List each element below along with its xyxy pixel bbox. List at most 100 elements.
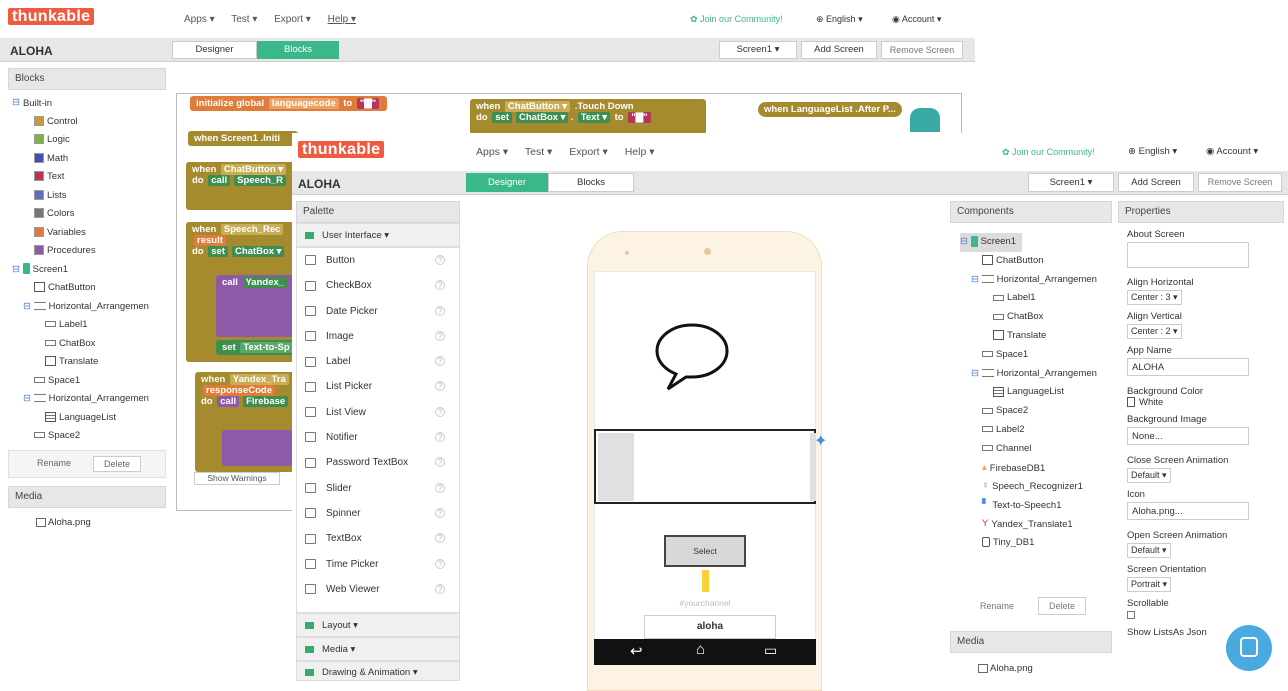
collapse-icon[interactable]: ⊟ [971,368,982,379]
front-community-link[interactable]: ✿ Join our Community! [1002,147,1095,158]
help-icon[interactable]: ? [435,482,445,493]
blocks-tree-item[interactable]: Colors [12,205,166,224]
palette-item[interactable]: Web Viewer? [297,577,459,602]
palette-item[interactable]: Notifier? [297,425,459,450]
blocks-tree-item[interactable]: ⊟ Horizontal_Arrangemen [12,298,166,317]
component-tree-item[interactable]: Space2 [960,402,1112,421]
blocks-tree-item[interactable]: Procedures [12,242,166,261]
recent-nav-icon[interactable]: ▭ [764,642,777,659]
collapse-icon[interactable]: ⊟ [12,264,23,275]
palette-item[interactable]: Time Picker? [297,552,459,577]
palette-drawing-drawer[interactable]: Drawing & Animation ▾ [296,661,460,681]
prop-icon-input[interactable]: Aloha.png... [1127,502,1249,520]
front-remove-screen-button[interactable]: Remove Screen [1198,173,1282,192]
back-community-link[interactable]: ✿ Join our Community! [690,14,783,25]
prop-open-anim-select[interactable]: Default ▾ [1127,543,1171,558]
blocks-tree-item[interactable]: Text [12,168,166,187]
front-menu-test[interactable]: Test ▾ [525,146,552,158]
front-add-screen-button[interactable]: Add Screen [1118,173,1194,192]
back-nav-icon[interactable]: ↩ [630,642,643,660]
back-tab-blocks[interactable]: Blocks [257,41,339,59]
collapse-icon[interactable]: ⊟ [971,274,982,285]
back-delete-button[interactable]: Delete [93,456,142,472]
blocks-tree-item[interactable]: ⊟ Built-in [12,94,166,113]
prop-background-image-input[interactable]: None... [1127,427,1249,445]
blocks-tree-item[interactable]: Lists [12,187,166,206]
front-menu-export[interactable]: Export ▾ [569,146,608,158]
palette-item[interactable]: Button? [297,248,459,273]
back-account-menu[interactable]: ◉ Account ▾ [892,14,941,25]
blocks-tree-item[interactable]: LanguageList [12,409,166,428]
block-when-screen1-init[interactable]: when Screen1 .Initi [188,131,298,146]
collapse-icon[interactable]: ⊟ [23,301,34,312]
prop-align-vertical-select[interactable]: Center : 2 ▾ [1127,324,1182,339]
component-tree-item[interactable]: Label1 [960,289,1112,308]
component-tree-item[interactable]: ♀ Speech_Recognizer1 [960,477,1112,496]
component-tree-item[interactable]: ⊟ Horizontal_Arrangemen [960,365,1112,384]
help-icon[interactable]: ? [435,533,445,544]
blocks-tree-item[interactable]: ⊟ Screen1 [12,261,166,280]
front-menu-help[interactable]: Help ▾ [625,146,655,158]
palette-item[interactable]: Label? [297,349,459,374]
front-menu-apps[interactable]: Apps ▾ [476,146,508,158]
prop-background-color-select[interactable]: White [1127,397,1249,408]
blocks-tree-item[interactable]: Control [12,113,166,132]
blocks-tree-item[interactable]: Logic [12,131,166,150]
blocks-tree-item[interactable]: Translate [12,353,166,372]
front-media-file[interactable]: Aloha.png [978,663,1033,674]
back-language-menu[interactable]: ⊕ English ▾ [816,14,863,25]
menu-apps[interactable]: Apps ▾ [184,14,215,25]
help-icon[interactable]: ? [435,507,445,518]
help-icon[interactable]: ? [435,381,445,392]
menu-help[interactable]: Help ▾ [328,14,356,25]
front-screen-select[interactable]: Screen1 ▾ [1028,173,1114,192]
front-tab-blocks[interactable]: Blocks [548,173,634,192]
palette-item[interactable]: Password TextBox? [297,450,459,475]
help-icon[interactable]: ? [435,583,445,594]
back-add-screen-button[interactable]: Add Screen [801,41,877,59]
language-list-select-button[interactable]: Select [664,535,746,567]
menu-export[interactable]: Export ▾ [274,14,311,25]
component-tree-item[interactable]: ⊟ Horizontal_Arrangemen [960,271,1112,290]
component-tree-item[interactable]: Y Yandex_Translate1 [960,515,1112,534]
block-init-global[interactable]: initialize global languagecode to "▇" [190,96,388,111]
block-when-languagelist[interactable]: when LanguageList .After P... [758,102,902,117]
prop-about-screen-input[interactable] [1127,242,1249,268]
help-icon[interactable]: ? [435,330,445,341]
prop-align-horizontal-select[interactable]: Center : 3 ▾ [1127,290,1182,305]
chat-support-button[interactable] [1226,625,1272,671]
component-tree-item[interactable]: ▴ FirebaseDB1 [960,459,1112,478]
component-tree-item[interactable]: Space1 [960,346,1112,365]
help-icon[interactable]: ? [435,457,445,468]
component-tree-item[interactable]: ChatButton [960,252,1112,271]
palette-item[interactable]: List View? [297,400,459,425]
blocks-tree-item[interactable]: Space2 [12,427,166,446]
palette-item[interactable]: Image? [297,324,459,349]
palette-layout-drawer[interactable]: Layout ▾ [296,613,460,637]
channel-textbox[interactable]: aloha [644,615,776,639]
component-tree-item[interactable]: Translate [960,327,1112,346]
front-logo[interactable]: thunkable [298,141,385,159]
palette-item[interactable]: CheckBox? [297,273,459,298]
front-language-menu[interactable]: ⊕ English ▾ [1128,146,1177,157]
component-tree-item[interactable]: Tiny_DB1 [960,534,1112,553]
back-rename-button[interactable]: Rename [31,456,77,470]
back-tab-designer[interactable]: Designer [172,41,257,59]
block-when-chatbutton-click[interactable]: when ChatButton ▾ do call Speech_R [186,162,296,210]
collapse-icon[interactable]: ⊟ [23,393,34,404]
component-tree-item[interactable]: LanguageList [960,383,1112,402]
back-logo[interactable]: thunkable [8,8,95,26]
palette-item[interactable]: List Picker? [297,374,459,399]
horizontal-arrangement[interactable] [594,429,816,504]
blocks-tree-item[interactable]: Space1 [12,372,166,391]
help-icon[interactable]: ? [435,280,445,291]
palette-item[interactable]: Slider? [297,476,459,501]
label1-box[interactable] [598,433,634,501]
back-media-file[interactable]: Aloha.png [36,517,91,528]
show-warnings-button[interactable]: Show Warnings [194,472,280,485]
back-screen-select[interactable]: Screen1 ▾ [719,41,797,59]
help-icon[interactable]: ? [435,255,445,265]
help-icon[interactable]: ? [435,558,445,569]
component-tree-item[interactable]: ChatBox [960,308,1112,327]
menu-test[interactable]: Test ▾ [231,14,257,25]
